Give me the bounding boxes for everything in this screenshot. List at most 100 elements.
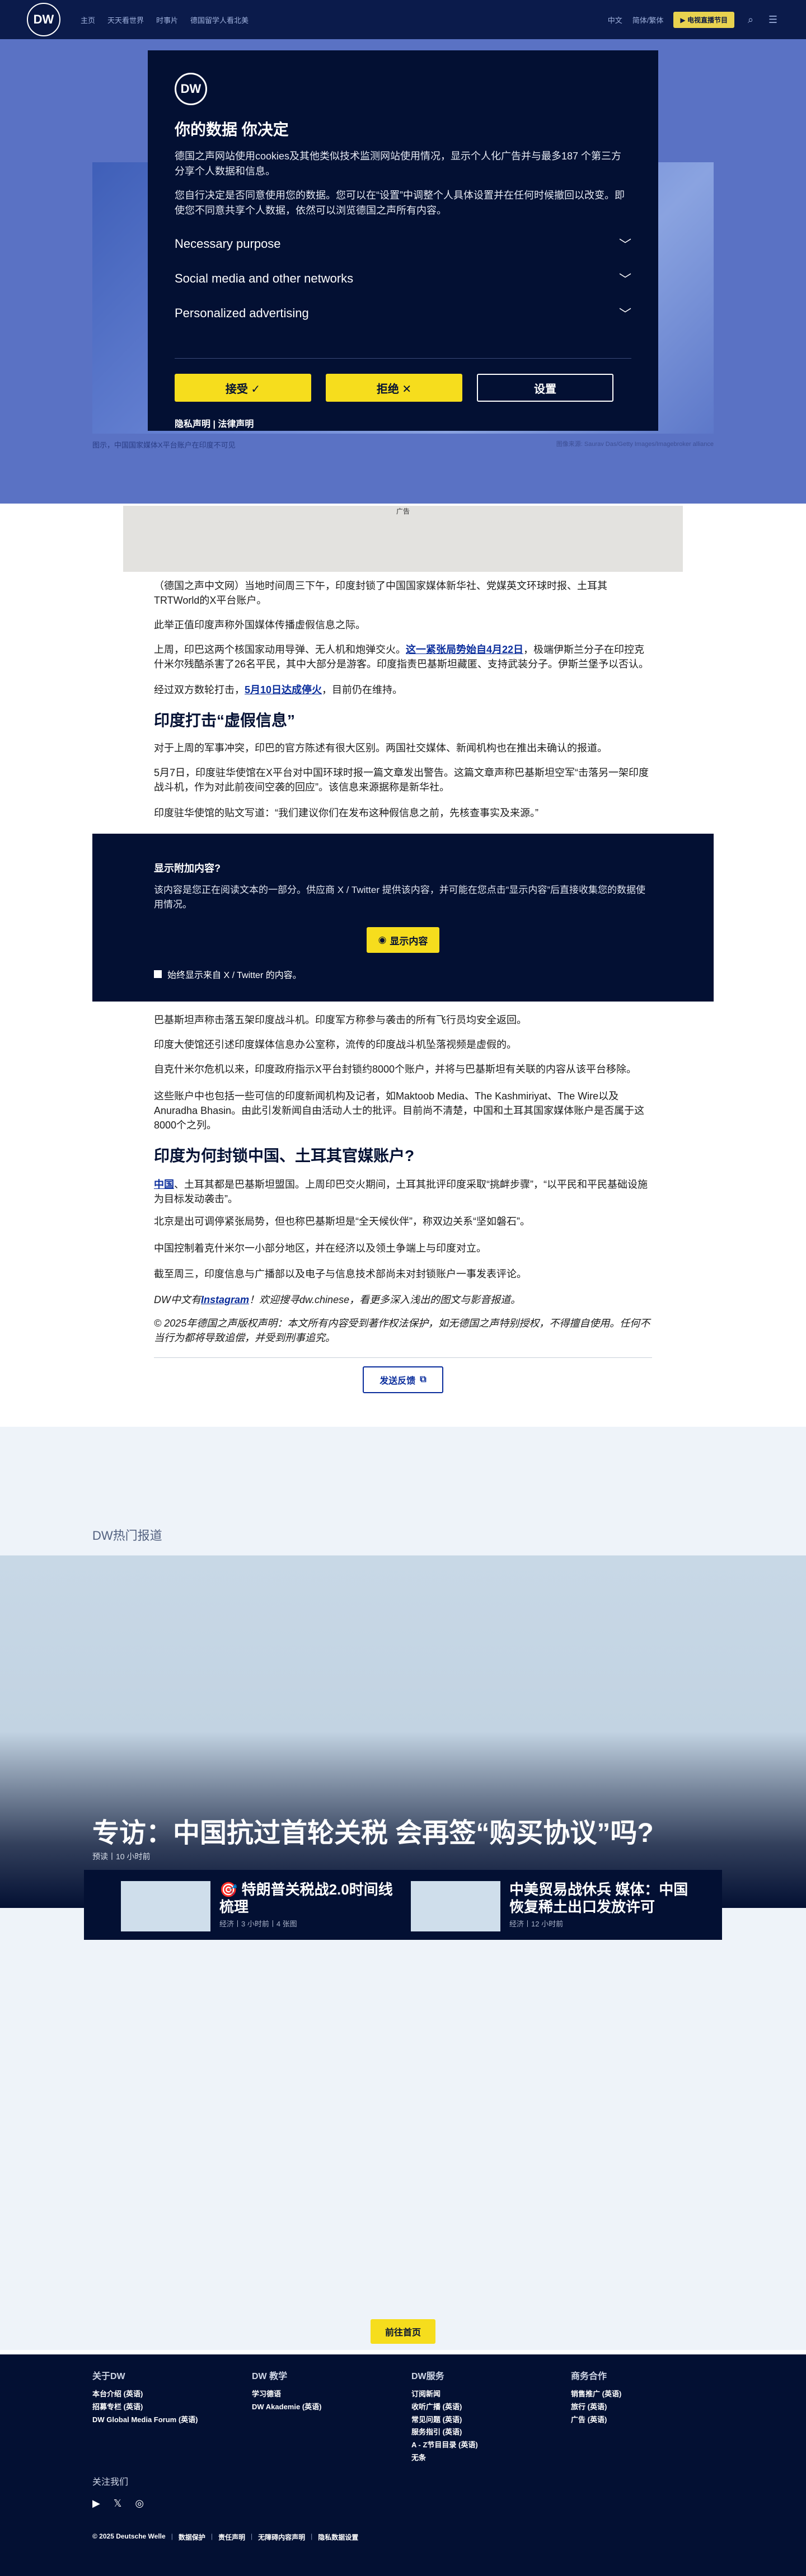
card-meta: 经济丨3 小时前丨4 张图 [219, 1920, 297, 1928]
footer-link[interactable]: DW Akademie (英语) [252, 2401, 321, 2414]
footer-link[interactable]: 订阅新闻 [411, 2388, 478, 2401]
feedback-button[interactable]: 发送反馈 ⧉ [363, 1366, 443, 1393]
language-label[interactable]: 中文 [608, 15, 622, 25]
nav-item-current[interactable]: 时事片 [156, 15, 178, 25]
settings-button[interactable]: 设置 [477, 374, 613, 402]
popular-hero-title[interactable]: 专访：中国抗过首轮关税 会再签“购买协议”吗? [92, 1811, 654, 1850]
footer-link[interactable]: 招募专栏 (英语) [92, 2401, 198, 2414]
card-title[interactable]: 🎯 特朗普关税战2.0时间线梳理 [219, 1881, 401, 1916]
popular-hero[interactable]: 专访：中国抗过首轮关税 会再签“购买协议”吗? 预读丨10 小时前 [0, 1555, 806, 1908]
text: 上周，印巴这两个核国家动用导弹、无人机和炮弹交火。 [154, 644, 406, 655]
card-title[interactable]: 中美贸易战休兵 媒体：中国恢复稀土出口发放许可 [509, 1881, 694, 1916]
article-paragraph: 5月7日，印度驻华使馆在X平台对中国环球时报一篇文章发出警告。这篇文章声称巴基斯… [154, 767, 649, 793]
instagram-icon[interactable]: ◎ [135, 2498, 144, 2509]
legal-link[interactable]: 数据保护 [179, 2532, 205, 2542]
search-icon[interactable]: ⌕ [744, 13, 757, 26]
footer-link[interactable]: 本台介绍 (英语) [92, 2388, 198, 2401]
article-paragraph: 经过双方数轮打击，5月10日达成停火，目前仍在维持。 [154, 683, 652, 697]
article-subheading: 印度打击“虚假信息” [154, 712, 296, 729]
footer-link[interactable]: A - Z节目目录 (英语) [411, 2439, 478, 2452]
footer-link[interactable]: 无条 [411, 2452, 478, 2465]
legal-links: © 2025 Deutsche Welle | 数据保护 | 责任声明 | 无障… [92, 2532, 358, 2542]
consent-row-label: Social media and other networks [175, 271, 354, 285]
script-switch[interactable]: 简体/繁体 [632, 15, 664, 25]
nav-item-home[interactable]: 主页 [81, 15, 95, 25]
article-paragraph: 这些账户中也包括一些可信的印度新闻机构及记者，如Maktoob Media、Th… [154, 1090, 645, 1131]
article-link[interactable]: 5月10日达成停火 [245, 684, 322, 695]
consent-divider [175, 358, 631, 359]
footer-link[interactable]: 广告 (英语) [571, 2414, 621, 2427]
separator: | [210, 2532, 213, 2540]
article-paragraph: 自克什米尔危机以来，印度政府指示X平台封锁约8000个账户，并将与巴基斯坦有关联… [154, 1064, 637, 1075]
instagram-link[interactable]: Instagram [201, 1294, 249, 1305]
consent-text-2: 您自行决定是否同意使用您的数据。您可以在“设置”中调整个人具体设置并在任何时候撤… [175, 190, 625, 216]
always-show-toggle[interactable]: 始终显示来自 X / Twitter 的内容。 [154, 967, 652, 981]
footer-heading: 商务合作 [571, 2372, 607, 2381]
site-header: DW 主页 天天看世界 时事片 德国留学人看北美 中文 简体/繁体 ▶ 电视直播… [0, 0, 806, 39]
show-content-button[interactable]: ◉ 显示内容 [367, 927, 439, 953]
legal-link[interactable]: 隐私数据设置 [318, 2532, 358, 2542]
article-link[interactable]: 这一紧张局势始自4月22日 [406, 644, 523, 655]
article-paragraph: 对于上周的军事冲突，印巴的官方陈述有很大区别。两国社交媒体、新闻机构也在推出未确… [154, 742, 607, 754]
consent-row-label: Personalized advertising [175, 306, 309, 320]
footer-link[interactable]: 服务指引 (英语) [411, 2426, 478, 2439]
social-links: ▶ 𝕏 ◎ [92, 2498, 144, 2509]
consent-row-ads[interactable]: Personalized advertising ﹀ [175, 304, 631, 322]
accept-button[interactable]: 接受 ✓ [175, 374, 311, 402]
live-tv-button[interactable]: ▶ 电视直播节目 [673, 11, 734, 28]
go-home-button[interactable]: 前往首页 [371, 2319, 435, 2344]
page: DW 主页 天天看世界 时事片 德国留学人看北美 中文 简体/繁体 ▶ 电视直播… [0, 0, 806, 2576]
legal-link[interactable]: 无障碍内容声明 [258, 2532, 305, 2542]
eye-icon: ◉ [378, 934, 387, 945]
legal-link[interactable]: 责任声明 [218, 2532, 245, 2542]
reject-button[interactable]: 拒绝 ✕ [326, 374, 462, 402]
image-credit: 图像来源: Saurav Das/Getty Images/Imagebroke… [556, 441, 714, 448]
card-meta: 经济丨12 小时前 [509, 1920, 564, 1928]
x-icon[interactable]: 𝕏 [114, 2498, 122, 2509]
article-paragraph: 中国控制着克什米尔一小部分地区，并在经济以及领土争端上与印度对立。 [154, 1243, 486, 1254]
legal-link[interactable]: 法律声明 [218, 420, 254, 429]
image-caption: 图示，中国国家媒体X平台账户在印度不可见 [92, 441, 236, 449]
nav-item-study[interactable]: 德国留学人看北美 [190, 15, 249, 25]
article-paragraph: 上周，印巴这两个核国家动用导弹、无人机和炮弹交火。这一紧张局势始自4月22日，极… [154, 642, 652, 671]
card-thumbnail [411, 1881, 500, 1931]
popular-card[interactable]: 🎯 特朗普关税战2.0时间线梳理 经济丨3 小时前丨4 张图 [121, 1881, 401, 1931]
always-show-label: 始终显示来自 X / Twitter 的内容。 [167, 971, 302, 980]
consent-row-necessary[interactable]: Necessary purpose ﹀ [175, 235, 631, 253]
card-thumbnail [121, 1881, 210, 1931]
site-footer: 关于DW 本台介绍 (英语) 招募专栏 (英语) DW Global Media… [0, 2354, 806, 2576]
consent-row-social[interactable]: Social media and other networks ﹀ [175, 270, 631, 288]
article-paragraph: （德国之声中文网）当地时间周三下午，印度封锁了中国国家媒体新华社、党媒英文环球时… [154, 580, 607, 607]
checkbox[interactable] [154, 970, 162, 978]
article-paragraph: 此举正值印度声称外国媒体传播虚假信息之际。 [154, 619, 365, 631]
menu-icon[interactable]: ☰ [767, 13, 779, 26]
consent-row-label: Necessary purpose [175, 237, 281, 251]
main-nav: 主页 天天看世界 时事片 德国留学人看北美 [81, 15, 249, 25]
footer-link[interactable]: 销售推广 (英语) [571, 2388, 621, 2401]
footer-link[interactable]: 收听广播 (英语) [411, 2401, 478, 2414]
article-link[interactable]: 中国 [154, 1179, 174, 1190]
article-paragraph: 印度驻华使馆的贴文写道：“我们建议你们在发布这种假信息之前，先核查事实及来源。” [154, 807, 538, 819]
privacy-link[interactable]: 隐私声明 [175, 420, 210, 429]
footer-col-services: DW服务 订阅新闻 收听广播 (英语) 常见问题 (英语) 服务指引 (英语) … [411, 2369, 478, 2465]
footer-col-about: 关于DW 本台介绍 (英语) 招募专栏 (英语) DW Global Media… [92, 2369, 198, 2426]
article-paragraph: 截至周三，印度信息与广播部以及电子与信息技术部尚未对封锁账户一事发表评论。 [154, 1268, 527, 1280]
separator: | [250, 2532, 253, 2540]
consent-text-1: 德国之声网站使用cookies及其他类似技术监测网站使用情况，显示个人化广告并与… [175, 151, 622, 177]
dw-logo[interactable]: DW [27, 3, 60, 36]
footer-link[interactable]: 学习德语 [252, 2388, 321, 2401]
youtube-icon[interactable]: ▶ [92, 2498, 100, 2509]
consent-links: 隐私声明 | 法律声明 [175, 416, 254, 430]
article-subheading: 印度为何封锁中国、土耳其官媒账户? [154, 1147, 415, 1164]
nav-item-world[interactable]: 天天看世界 [107, 15, 144, 25]
embed-description: 该内容是您正在阅读文本的一部分。供应商 X / Twitter 提供该内容，并可… [154, 885, 646, 910]
separator: | [311, 2532, 313, 2540]
chevron-down-icon: ﹀ [618, 307, 631, 321]
text: 经过双方数轮打击， [154, 684, 245, 695]
footer-link[interactable]: DW Global Media Forum (英语) [92, 2414, 198, 2427]
follow-title: 关注我们 [92, 2478, 129, 2487]
embed-title: 显示附加内容? [154, 863, 221, 874]
footer-link[interactable]: 旅行 (英语) [571, 2401, 621, 2414]
popular-card[interactable]: 中美贸易战休兵 媒体：中国恢复稀土出口发放许可 经济丨12 小时前 [411, 1881, 702, 1931]
footer-link[interactable]: 常见问题 (英语) [411, 2414, 478, 2427]
